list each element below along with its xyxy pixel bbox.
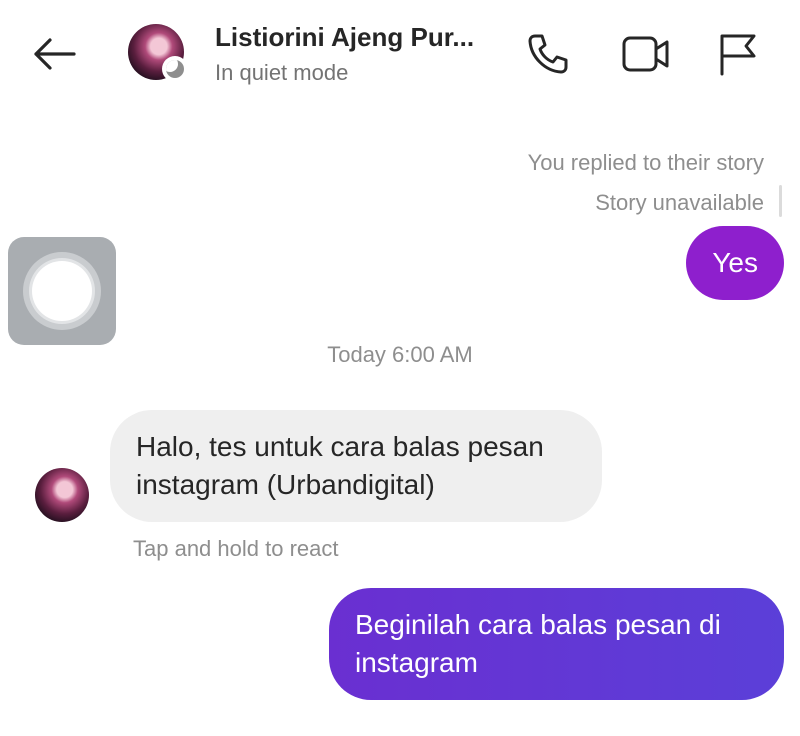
- video-camera-icon[interactable]: [620, 30, 669, 78]
- contact-name[interactable]: Listiorini Ajeng Pur...: [215, 22, 474, 53]
- story-reply-label: You replied to their story: [527, 150, 764, 175]
- flag-icon[interactable]: [714, 30, 762, 78]
- story-divider: [779, 185, 782, 217]
- phone-icon[interactable]: [524, 30, 572, 78]
- react-hint: Tap and hold to react: [133, 536, 339, 561]
- message-bubble-incoming[interactable]: Halo, tes untuk cara balas pesan instagr…: [110, 410, 602, 522]
- story-unavailable-label: Story unavailable: [595, 190, 764, 215]
- message-timestamp: Today 6:00 AM: [327, 342, 473, 367]
- contact-avatar[interactable]: [128, 24, 188, 82]
- message-bubble-outgoing[interactable]: Beginilah cara balas pesan di instagram: [329, 588, 784, 700]
- back-arrow-icon[interactable]: [30, 34, 78, 74]
- contact-status: In quiet mode: [215, 60, 349, 85]
- message-bubble-outgoing[interactable]: Yes: [686, 226, 784, 300]
- sender-avatar[interactable]: [35, 468, 89, 522]
- quiet-mode-moon-icon: [162, 56, 188, 82]
- assistive-touch-button[interactable]: [8, 237, 116, 345]
